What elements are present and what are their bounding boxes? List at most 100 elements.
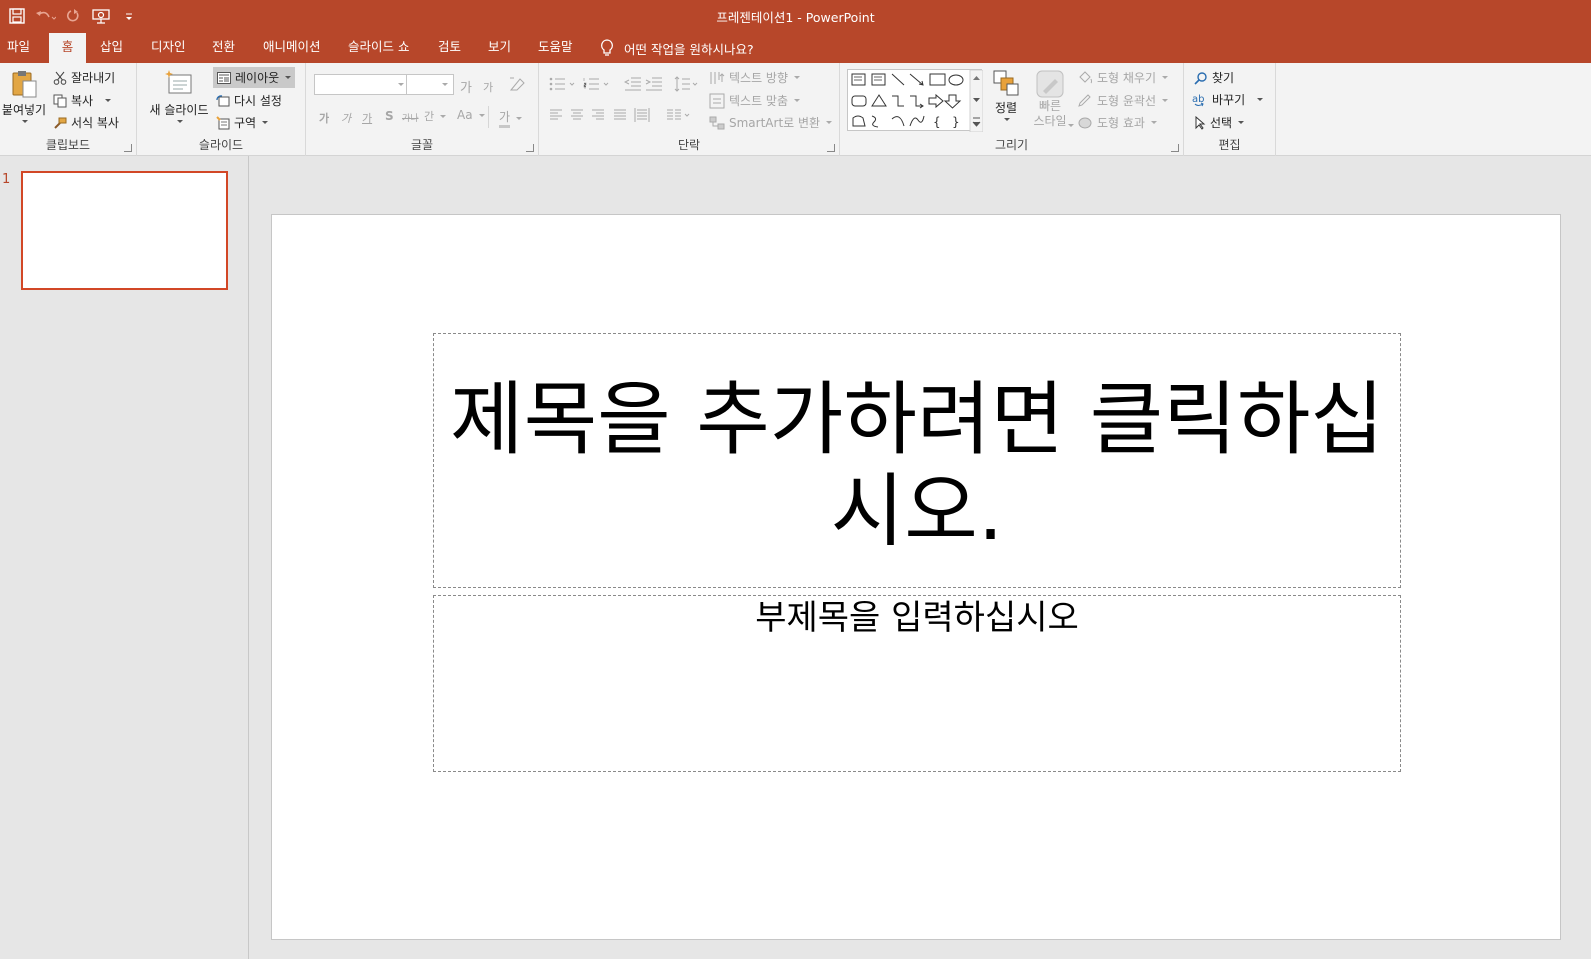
change-case-button[interactable]: Aa	[457, 108, 485, 122]
align-text-button[interactable]: 텍스트 맞춤	[709, 92, 801, 109]
find-label: 찾기	[1212, 71, 1235, 85]
tab-design[interactable]: 디자인	[144, 33, 193, 63]
clipboard-launcher-icon[interactable]	[124, 144, 132, 152]
strikethrough-label: 가나	[402, 114, 419, 124]
text-direction-button[interactable]: 텍스트 방향	[709, 69, 801, 86]
select-button[interactable]: 선택	[1194, 114, 1245, 131]
font-launcher-icon[interactable]	[526, 144, 534, 152]
line-spacing-icon[interactable]	[674, 76, 700, 92]
underline-label: 가	[362, 112, 373, 125]
tab-help[interactable]: 도움말	[531, 33, 580, 63]
app-name: PowerPoint	[805, 10, 875, 25]
bold-label: 가	[319, 112, 330, 125]
bold-button[interactable]: 가	[319, 110, 329, 126]
paste-label: 붙여넣기	[1, 103, 47, 117]
italic-label: 가	[341, 112, 352, 125]
quick-styles-label-2: 스타일	[1033, 114, 1067, 128]
title-placeholder-text: 제목을 추가하려면 클릭하십시오.	[449, 372, 1385, 558]
italic-button[interactable]: 가	[341, 110, 351, 126]
font-size-combobox[interactable]	[406, 74, 454, 95]
slides-group-label: 슬라이드	[198, 138, 244, 152]
shape-effects-icon	[1078, 117, 1092, 128]
tab-review[interactable]: 검토	[431, 33, 468, 63]
columns-icon[interactable]	[666, 109, 692, 121]
tab-slideshow[interactable]: 슬라이드 쇼	[341, 33, 416, 63]
cursor-icon	[1195, 115, 1206, 130]
slide-canvas[interactable]: 제목을 추가하려면 클릭하십시오. 부제목을 입력하십시오	[271, 214, 1561, 940]
smartart-icon	[709, 116, 725, 129]
window-title: 프레젠테이션1 - PowerPoint	[0, 7, 1591, 26]
cut-button[interactable]: 잘라내기	[53, 69, 115, 86]
shapes-gallery[interactable]: { }	[847, 69, 984, 133]
strikethrough-button[interactable]: 가나	[402, 111, 419, 124]
tab-insert[interactable]: 삽입	[93, 33, 130, 63]
font-color-button[interactable]: 가	[499, 108, 523, 128]
title-placeholder[interactable]: 제목을 추가하려면 클릭하십시오.	[433, 333, 1401, 588]
font-group-label: 글꼴	[410, 138, 434, 152]
layout-button[interactable]: 레이아웃	[213, 67, 296, 88]
quick-styles-label-1: 빠른	[1038, 99, 1062, 113]
font-name-combobox[interactable]	[314, 74, 410, 95]
shape-effects-button[interactable]: 도형 효과	[1077, 114, 1157, 131]
section-button[interactable]: 구역	[216, 114, 269, 131]
replace-button[interactable]: ab 바꾸기	[1192, 91, 1264, 108]
text-direction-label: 텍스트 방향	[729, 71, 789, 85]
decrease-indent-icon[interactable]	[624, 77, 642, 91]
find-button[interactable]: 찾기	[1194, 69, 1234, 86]
quick-styles-button[interactable]: 빠른 스타일	[1030, 69, 1070, 129]
subtitle-placeholder[interactable]: 부제목을 입력하십시오	[433, 595, 1401, 772]
new-slide-button[interactable]: 새 슬라이드	[146, 69, 212, 123]
drawing-launcher-icon[interactable]	[1171, 144, 1179, 152]
svg-text:{: {	[933, 115, 941, 129]
replace-icon: ab	[1192, 94, 1204, 106]
copy-label: 복사	[71, 94, 94, 108]
tell-me-box[interactable]: 어떤 작업을 원하시나요?	[600, 33, 754, 63]
tab-file[interactable]: 파일	[0, 33, 37, 63]
align-left-icon[interactable]	[549, 109, 563, 121]
search-icon	[1194, 71, 1207, 85]
arrange-button[interactable]: 정렬	[990, 69, 1022, 121]
shape-effects-label: 도형 효과	[1097, 116, 1145, 130]
layout-icon	[217, 71, 231, 84]
section-label: 구역	[234, 116, 257, 130]
cut-label: 잘라내기	[71, 71, 116, 85]
clear-formatting-button[interactable]	[508, 76, 526, 92]
font-divider	[488, 106, 489, 128]
tab-transitions[interactable]: 전환	[205, 33, 242, 63]
ribbon-home: 붙여넣기 잘라내기 복사 서식 복사 클립보드 새 슬라이드 레이아웃 다시 설…	[0, 63, 1591, 156]
convert-smartart-button[interactable]: SmartArt로 변환	[709, 114, 833, 131]
paragraph-launcher-icon[interactable]	[827, 144, 835, 152]
drawing-group: { } 정렬 빠른 스타일 도형 채우기 도형 윤곽선 도형 효과 그리기	[840, 63, 1184, 156]
tab-animations[interactable]: 애니메이션	[256, 33, 328, 63]
format-painter-icon	[54, 117, 67, 129]
increase-indent-icon[interactable]	[645, 77, 663, 91]
reset-button[interactable]: 다시 설정	[216, 92, 282, 109]
shape-fill-button[interactable]: 도형 채우기	[1077, 69, 1169, 86]
copy-button[interactable]: 복사	[53, 92, 112, 109]
underline-button[interactable]: 가	[362, 110, 372, 126]
align-center-icon[interactable]	[570, 109, 584, 121]
clipboard-group: 붙여넣기 잘라내기 복사 서식 복사 클립보드	[0, 63, 137, 156]
text-shadow-button[interactable]: S	[385, 109, 394, 123]
paste-button[interactable]: 붙여넣기	[0, 69, 48, 123]
tell-me-text: 어떤 작업을 원하시나요?	[624, 41, 754, 57]
justify-icon[interactable]	[613, 109, 627, 121]
align-right-icon[interactable]	[591, 109, 605, 121]
format-painter-button[interactable]: 서식 복사	[53, 114, 119, 131]
shrink-font-button[interactable]: 가	[483, 79, 493, 95]
numbering-icon[interactable]	[583, 77, 611, 91]
tab-view[interactable]: 보기	[481, 33, 518, 63]
clipboard-group-label: 클립보드	[45, 138, 91, 152]
tab-home[interactable]: 홈	[49, 33, 86, 63]
character-spacing-button[interactable]: 간	[424, 108, 447, 124]
slide-thumbnail[interactable]	[21, 171, 228, 290]
format-painter-label: 서식 복사	[71, 116, 119, 130]
lightbulb-icon	[601, 39, 613, 56]
shape-outline-button[interactable]: 도형 윤곽선	[1077, 92, 1169, 109]
grow-font-button[interactable]: 가	[460, 77, 472, 96]
drawing-group-label: 그리기	[994, 138, 1029, 152]
bullets-icon[interactable]	[549, 77, 577, 91]
layout-label: 레이아웃	[235, 71, 280, 85]
slide-number: 1	[2, 172, 11, 187]
distributed-icon[interactable]	[634, 107, 650, 123]
